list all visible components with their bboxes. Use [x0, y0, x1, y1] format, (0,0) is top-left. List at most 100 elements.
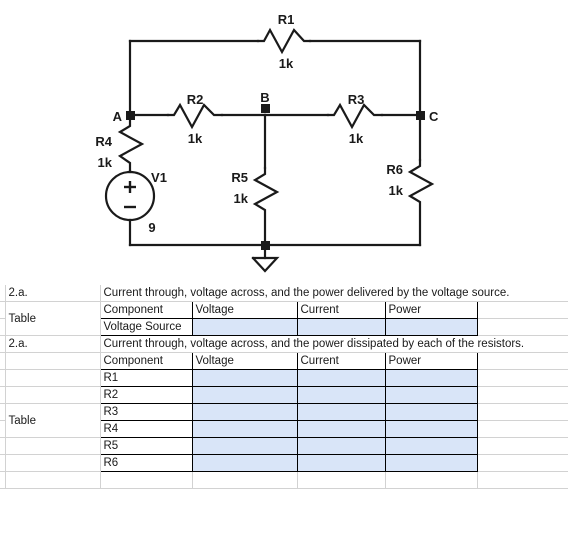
section2-spacer-label: [5, 369, 101, 387]
section2-row-component: R1: [99, 369, 193, 387]
node-a-dot: [126, 111, 135, 120]
label-r5-ref: R5: [231, 170, 248, 185]
label-r1-ref: R1: [278, 12, 295, 27]
section2-row-trailing: [477, 386, 568, 404]
label-r1-value: 1k: [279, 56, 294, 71]
empty-cell: [297, 471, 386, 489]
section1-header-trailing: [477, 301, 568, 319]
label-r2-ref: R2: [187, 92, 204, 107]
label-node-b: B: [260, 90, 269, 105]
worksheet-tables: 2.a. Current through, voltage across, an…: [0, 285, 568, 489]
section2-input-voltage[interactable]: [191, 403, 298, 421]
section1-input-current[interactable]: [296, 318, 386, 336]
section2-spacer-label: [5, 454, 101, 472]
section2-prompt: Current through, voltage across, and the…: [100, 335, 568, 353]
section1-index-label: 2.a.: [5, 285, 101, 302]
empty-cell: [5, 471, 101, 489]
section1-row-trailing: [477, 318, 568, 336]
label-v1-ref: V1: [151, 170, 167, 185]
node-b-dot: [261, 104, 270, 113]
section1-header-component: Component: [99, 301, 193, 319]
label-r2-value: 1k: [188, 131, 203, 146]
section1-header-power: Power: [384, 301, 478, 319]
label-node-c: C: [429, 109, 439, 124]
section2-header-voltage: Voltage: [191, 352, 298, 370]
table-row: Table R3: [0, 403, 568, 438]
section2-header-component: Component: [99, 352, 193, 370]
resistor-r2-zigzag: [166, 102, 224, 130]
section2-row-component: R4: [99, 420, 193, 438]
circuit-diagram: R1 1k R2 1k R3 1k R4 1k R5 1k R6 1k V1 9…: [0, 0, 568, 285]
section2-row-trailing: [477, 454, 568, 472]
section2-spacer-label: [5, 386, 101, 404]
resistor-r1-zigzag: [256, 27, 312, 55]
section2-spacer-label: [5, 352, 101, 370]
resistor-r4-zigzag: [117, 113, 145, 173]
section2-input-voltage[interactable]: [191, 420, 298, 438]
section2-input-power[interactable]: [384, 454, 478, 472]
label-node-a: A: [113, 109, 123, 124]
section1-input-voltage[interactable]: [191, 318, 298, 336]
section2-input-current[interactable]: [296, 420, 386, 438]
section1-row-component: Voltage Source: [99, 318, 193, 336]
table-row: 2.a. Current through, voltage across, an…: [0, 335, 568, 353]
node-c-dot: [416, 111, 425, 120]
section2-input-voltage[interactable]: [191, 437, 298, 455]
section1-input-power[interactable]: [384, 318, 478, 336]
section2-input-power[interactable]: [384, 386, 478, 404]
ground-icon: [251, 256, 280, 273]
row-gutter: [0, 420, 6, 438]
label-r6-value: 1k: [389, 183, 404, 198]
section1-type-label: Table: [5, 301, 101, 336]
empty-cell: [100, 471, 193, 489]
worksheet-grid: 2.a. Current through, voltage across, an…: [0, 285, 568, 489]
section2-input-current[interactable]: [296, 403, 386, 421]
section2-spacer-label: [5, 437, 101, 455]
section2-input-voltage[interactable]: [191, 454, 298, 472]
section1-prompt: Current through, voltage across, and the…: [100, 285, 568, 302]
section2-input-current[interactable]: [296, 454, 386, 472]
section2-header-trailing: [477, 352, 568, 370]
section2-input-voltage[interactable]: [191, 369, 298, 387]
table-row: R1: [0, 369, 568, 387]
section2-row-component: R3: [99, 403, 193, 421]
label-r3-ref: R3: [348, 92, 365, 107]
section2-input-power[interactable]: [384, 437, 478, 455]
section2-row-trailing: [477, 369, 568, 387]
section2-input-current[interactable]: [296, 369, 386, 387]
table-row: [0, 471, 568, 489]
label-r3-value: 1k: [349, 131, 364, 146]
table-row: R6: [0, 454, 568, 472]
voltage-source-v1-circle: [104, 170, 156, 222]
circuit-schematic-svg: R1 1k R2 1k R3 1k R4 1k R5 1k R6 1k V1 9…: [95, 12, 439, 273]
label-v1-value: 9: [148, 220, 155, 235]
section2-input-current[interactable]: [296, 437, 386, 455]
section2-row-component: R5: [99, 437, 193, 455]
label-r4-ref: R4: [95, 134, 112, 149]
section2-input-power[interactable]: [384, 369, 478, 387]
section2-row-trailing: [477, 403, 568, 421]
resistor-r6-zigzag: [407, 158, 435, 247]
section2-type-label: Table: [5, 403, 101, 438]
table-row: Component Voltage Current Power: [0, 352, 568, 370]
section2-row-component: R6: [99, 454, 193, 472]
label-r5-value: 1k: [234, 191, 249, 206]
section1-header-current: Current: [296, 301, 386, 319]
node-ground-dot: [261, 241, 270, 250]
label-r4-value: 1k: [98, 155, 113, 170]
empty-cell: [385, 471, 478, 489]
section1-header-voltage: Voltage: [191, 301, 298, 319]
section2-row-trailing: [477, 420, 568, 438]
section2-input-current[interactable]: [296, 386, 386, 404]
section2-header-current: Current: [296, 352, 386, 370]
section2-index-label: 2.a.: [5, 335, 101, 353]
section2-row-trailing: [477, 437, 568, 455]
row-gutter: [0, 318, 6, 336]
resistor-r3-zigzag: [326, 102, 384, 130]
section2-input-power[interactable]: [384, 403, 478, 421]
section2-input-power[interactable]: [384, 420, 478, 438]
label-r6-ref: R6: [386, 162, 403, 177]
resistor-r5-zigzag: [252, 166, 280, 247]
empty-cell: [477, 471, 568, 489]
section2-input-voltage[interactable]: [191, 386, 298, 404]
